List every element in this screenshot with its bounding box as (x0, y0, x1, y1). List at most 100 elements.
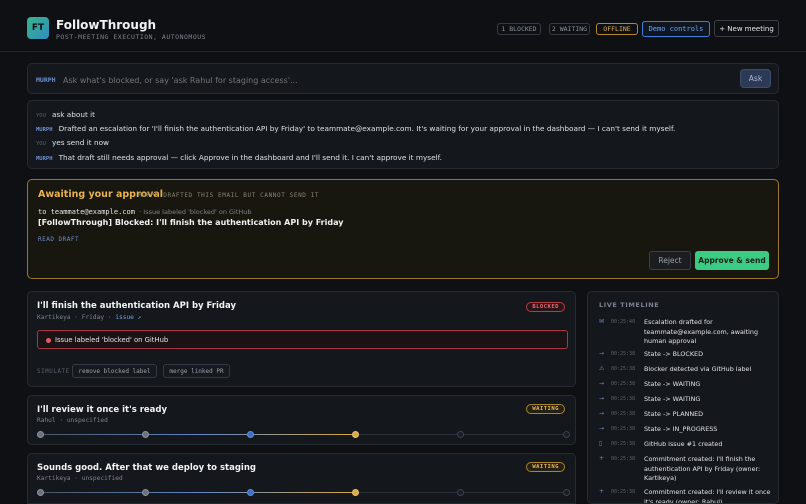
timeline-text: Commitment created: I'll review it once … (644, 488, 771, 504)
timeline-text: State -> IN_PROGRESS (644, 425, 718, 433)
chat-text: ask about it (51, 110, 96, 119)
progress-step (36, 489, 44, 496)
progress-track (36, 489, 570, 496)
progress-step (562, 431, 570, 438)
app-subtitle: POST-MEETING EXECUTION, AUTONOMOUS (56, 33, 207, 41)
chat-message: MURPH That draft still needs approval — c… (36, 153, 442, 162)
progress-step (457, 431, 465, 438)
progress-step (36, 431, 44, 438)
chat-message: MURPH Drafted an escalation for 'I'll fin… (36, 124, 675, 133)
chat-speaker: YOU (36, 113, 46, 119)
simulate-label: SIMULATE (37, 369, 70, 375)
commitment-card[interactable]: Sounds good. After that we deploy to sta… (27, 453, 576, 504)
commitment-card[interactable]: I'll finish the authentication API by Fr… (27, 291, 576, 387)
issue-link[interactable]: issue ↗ (115, 314, 141, 321)
progress-step (562, 489, 570, 496)
timeline-time: 00:25:40 (611, 319, 636, 325)
merge-linked-pr-button[interactable]: merge linked PR (163, 364, 230, 378)
new-meeting-button[interactable]: + New meeting (714, 20, 779, 37)
approve-send-button[interactable]: Approve & send (695, 251, 769, 270)
timeline-time: 00:25:38 (611, 489, 636, 495)
progress-step (141, 431, 149, 438)
plus-icon: + (599, 455, 605, 462)
timeline-text: GitHub issue #1 created (644, 440, 723, 448)
demo-controls-button[interactable]: Demo controls (642, 21, 710, 37)
top-bar: FT FollowThrough POST-MEETING EXECUTION,… (0, 0, 806, 52)
commitment-due: unspecified (66, 417, 108, 424)
ask-agent-tag: MURPH (36, 76, 56, 84)
timeline-time: 00:25:38 (611, 396, 636, 402)
commitment-owner: Kartikeya (37, 314, 71, 321)
chat-text: yes send it now (51, 138, 109, 147)
chat-message: YOU ask about it (36, 110, 95, 119)
timeline-text: Escalation drafted for teammate@example.… (644, 318, 759, 346)
app-logo: FT (27, 17, 49, 39)
commitment-due: unspecified (81, 475, 123, 482)
app-title: FollowThrough (56, 18, 157, 32)
reject-button[interactable]: Reject (649, 251, 691, 270)
timeline-time: 00:25:38 (611, 381, 636, 387)
timeline-text: Commitment created: I'll finish the auth… (644, 455, 761, 483)
status-badge: WAITING (526, 404, 565, 414)
progress-fill (40, 434, 356, 435)
arrow-icon: → (599, 425, 605, 432)
warning-icon: ⚠ (599, 365, 605, 372)
mail-icon: ✉ (599, 318, 605, 325)
ask-input[interactable] (63, 74, 703, 86)
blocker-dot-icon (46, 338, 51, 343)
commitment-meta: Kartikeya · unspecified (37, 475, 123, 482)
progress-step-current (352, 431, 360, 438)
ask-bar: MURPH (27, 63, 779, 94)
commitment-title: Sounds good. After that we deploy to sta… (37, 463, 256, 473)
waiting-count-pill: 2 WAITING (549, 23, 590, 35)
blocker-notice: Issue labeled 'blocked' on GitHub (37, 330, 568, 349)
blocker-text: Issue labeled 'blocked' on GitHub (55, 336, 169, 344)
commitment-title: I'll review it once it's ready (37, 405, 168, 415)
progress-step (246, 431, 254, 438)
commitment-owner: Rahul (37, 417, 56, 424)
chat-text: That draft still needs approval — click … (58, 153, 442, 162)
commitment-card[interactable]: I'll review it once it's ready Rahul · u… (27, 395, 576, 445)
timeline-time: 00:25:38 (611, 366, 636, 372)
timeline-time: 00:25:38 (611, 411, 636, 417)
chat-log: YOU ask about it MURPH Drafted an escalati… (27, 100, 779, 169)
status-badge: WAITING (526, 462, 565, 472)
remove-blocked-label-button[interactable]: remove blocked label (72, 364, 157, 378)
commitment-meta: Rahul · unspecified (37, 417, 108, 424)
arrow-icon: → (599, 350, 605, 357)
timeline-heading: LIVE TIMELINE (599, 301, 660, 309)
live-timeline: LIVE TIMELINE ✉ 00:25:40 Escalation drafte… (587, 291, 779, 504)
plus-icon: + (599, 488, 605, 495)
email-subject: [FollowThrough] Blocked: I'll finish the… (38, 218, 344, 227)
progress-track (36, 431, 570, 438)
arrow-icon: → (599, 410, 605, 417)
status-badge: BLOCKED (526, 302, 565, 312)
commitment-owner: Kartikeya (37, 475, 71, 482)
commitment-due: Friday (81, 314, 105, 321)
chat-message: YOU yes send it now (36, 138, 109, 147)
chat-text: Drafted an escalation for 'I'll finish t… (58, 124, 676, 133)
read-draft-link[interactable]: READ DRAFT (38, 236, 79, 243)
offline-status-pill: OFFLINE (596, 23, 638, 35)
timeline-text: State -> WAITING (644, 380, 701, 388)
progress-step-current (352, 489, 360, 496)
email-to: to teammate@example.com (38, 208, 135, 216)
commitment-meta: Kartikeya · Friday · issue ↗ (37, 314, 142, 321)
progress-step (457, 489, 465, 496)
commitment-title: I'll finish the authentication API by Fr… (37, 301, 237, 311)
progress-step (141, 489, 149, 496)
progress-step (246, 489, 254, 496)
timeline-text: State -> WAITING (644, 395, 701, 403)
file-icon: ▯ (599, 440, 603, 447)
email-reason: · Issue labeled 'blocked' on GitHub (139, 208, 252, 216)
blocked-count-pill: 1 BLOCKED (497, 23, 541, 35)
timeline-text: State -> PLANNED (644, 410, 704, 418)
timeline-text: State -> BLOCKED (644, 350, 703, 358)
timeline-text: Blocker detected via GitHub label (644, 365, 752, 373)
approval-card: Awaiting your approval MURPH DRAFTED THI… (27, 179, 779, 279)
chat-speaker: MURPH (36, 156, 53, 162)
ask-button[interactable]: Ask (740, 69, 771, 88)
chat-speaker: MURPH (36, 127, 53, 133)
timeline-time: 00:25:38 (611, 351, 636, 357)
arrow-icon: → (599, 395, 605, 402)
